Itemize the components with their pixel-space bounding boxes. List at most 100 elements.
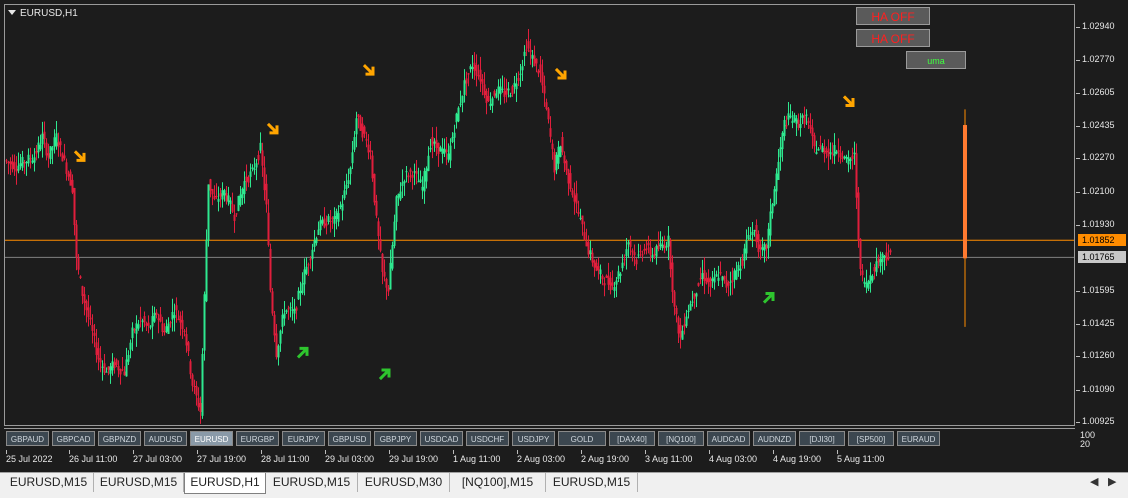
candle-body bbox=[881, 253, 884, 263]
candle-body bbox=[747, 234, 750, 239]
tab-eurusd-m30[interactable]: EURUSD,M30 bbox=[358, 473, 450, 492]
candle-body bbox=[661, 244, 664, 248]
candle-body bbox=[21, 156, 24, 168]
triangle-right-icon[interactable]: ▶ bbox=[1108, 475, 1116, 488]
candle-body bbox=[709, 278, 712, 287]
candle-body bbox=[141, 320, 144, 322]
candle-body bbox=[799, 123, 802, 128]
candle-body bbox=[759, 244, 762, 250]
uma-button[interactable]: uma bbox=[906, 51, 966, 69]
candle-body bbox=[289, 307, 292, 309]
candle-body bbox=[685, 316, 688, 326]
candle-body bbox=[129, 342, 132, 350]
symbol-button-gbpaud[interactable]: GBPAUD bbox=[6, 431, 49, 446]
candle-body bbox=[165, 326, 168, 332]
symbol-button-eurgbp[interactable]: EURGBP bbox=[236, 431, 279, 446]
candle-body bbox=[707, 277, 710, 282]
candle-body bbox=[743, 248, 746, 261]
time-axis[interactable]: 25 Jul 2022 26 Jul 11:00 27 Jul 03:00 27 Ju… bbox=[4, 450, 1075, 468]
symbol-button-sp500[interactable]: [SP500] bbox=[848, 431, 894, 446]
candle-body bbox=[417, 181, 420, 183]
candle-body bbox=[437, 142, 440, 155]
candle-body bbox=[193, 385, 196, 387]
symbol-button-euraud[interactable]: EURAUD bbox=[897, 431, 940, 446]
candle-body bbox=[23, 162, 26, 164]
candle-body bbox=[387, 287, 390, 292]
symbol-button-audcad[interactable]: AUDCAD bbox=[707, 431, 750, 446]
candle-body bbox=[279, 330, 282, 344]
price-tick-label: 1.01595 bbox=[1082, 284, 1115, 295]
candle-body bbox=[349, 167, 352, 175]
symbol-button-usdchf[interactable]: USDCHF bbox=[466, 431, 509, 446]
candle-body bbox=[817, 148, 820, 151]
candle-body bbox=[769, 211, 772, 236]
candle-body bbox=[449, 145, 452, 161]
symbol-button-eurusd[interactable]: EURUSD bbox=[190, 431, 233, 446]
candle-body bbox=[697, 283, 700, 286]
candle-body bbox=[121, 369, 124, 371]
symbol-button-gold[interactable]: GOLD bbox=[558, 431, 606, 446]
symbol-button-gbpnzd[interactable]: GBPNZD bbox=[98, 431, 141, 446]
symbol-button-usdjpy[interactable]: USDJPY bbox=[512, 431, 555, 446]
symbol-button-audusd[interactable]: AUDUSD bbox=[144, 431, 187, 446]
tab--nq100-m15[interactable]: [NQ100],M15 bbox=[450, 473, 546, 492]
candle-body bbox=[277, 345, 280, 358]
candle-body bbox=[797, 119, 800, 128]
symbol-button-gbpcad[interactable]: GBPCAD bbox=[52, 431, 95, 446]
candle-body bbox=[617, 271, 620, 279]
candle-body bbox=[273, 314, 276, 336]
candle-body bbox=[91, 324, 94, 331]
candle-body bbox=[393, 221, 396, 246]
candle-body bbox=[785, 125, 788, 127]
candle-body bbox=[719, 272, 722, 274]
ha-off-button-1[interactable]: HA OFF bbox=[856, 7, 930, 25]
candle-body bbox=[247, 177, 250, 183]
candle-body bbox=[467, 73, 470, 75]
symbol-button-eurjpy[interactable]: EURJPY bbox=[282, 431, 325, 446]
symbol-button-gbpjpy[interactable]: GBPJPY bbox=[374, 431, 417, 446]
symbol-button-dji30[interactable]: [DJI30] bbox=[799, 431, 845, 446]
candle-body bbox=[877, 258, 880, 263]
candle-body bbox=[29, 158, 32, 160]
chevron-down-icon[interactable] bbox=[8, 10, 16, 15]
tab-eurusd-m15[interactable]: EURUSD,M15 bbox=[546, 473, 638, 492]
candle-body bbox=[57, 142, 60, 148]
candle-body bbox=[13, 162, 16, 170]
candle-body bbox=[305, 266, 308, 274]
candle-body bbox=[9, 161, 12, 165]
candle-body bbox=[75, 224, 78, 258]
symbol-button-audnzd[interactable]: AUDNZD bbox=[753, 431, 796, 446]
candle-body bbox=[595, 262, 598, 271]
symbol-button-dax40[interactable]: [DAX40] bbox=[609, 431, 655, 446]
candle-body bbox=[477, 75, 480, 77]
terminal-window: EURUSD,H1 HA OFF HA OFF uma 1.02940 1.027… bbox=[0, 0, 1128, 498]
candle-body bbox=[643, 249, 646, 251]
candle-body bbox=[495, 93, 498, 98]
tab-eurusd-h1[interactable]: EURUSD,H1 bbox=[184, 473, 266, 494]
tab-eurusd-m15[interactable]: EURUSD,M15 bbox=[266, 473, 358, 492]
price-axis[interactable]: 1.02940 1.02770 1.02605 1.02435 1.02270 1.021… bbox=[1076, 4, 1128, 456]
candle-body bbox=[755, 225, 758, 243]
tab-eurusd-m15[interactable]: EURUSD,M15 bbox=[94, 473, 184, 492]
candle-body bbox=[475, 64, 478, 76]
candle-body bbox=[741, 258, 744, 266]
candle-body bbox=[173, 315, 176, 318]
ha-off-button-2[interactable]: HA OFF bbox=[856, 29, 930, 47]
candle-body bbox=[163, 330, 166, 333]
candle-body bbox=[7, 161, 10, 163]
candle-body bbox=[127, 355, 130, 362]
tab-eurusd-m15[interactable]: EURUSD,M15 bbox=[4, 473, 94, 492]
candle-body bbox=[41, 133, 44, 145]
symbol-button-usdcad[interactable]: USDCAD bbox=[420, 431, 463, 446]
chart-title[interactable]: EURUSD,H1 bbox=[8, 8, 78, 19]
triangle-left-icon[interactable]: ◀ bbox=[1090, 475, 1098, 488]
candle-body bbox=[259, 142, 262, 151]
candle-body bbox=[373, 173, 376, 203]
candle-body bbox=[883, 255, 886, 259]
candle-body bbox=[787, 113, 790, 120]
candle-body bbox=[79, 276, 82, 279]
symbol-button-nq100[interactable]: [NQ100] bbox=[658, 431, 704, 446]
symbol-button-gbpusd[interactable]: GBPUSD bbox=[328, 431, 371, 446]
candle-body bbox=[869, 275, 872, 284]
candle-body bbox=[577, 211, 580, 214]
